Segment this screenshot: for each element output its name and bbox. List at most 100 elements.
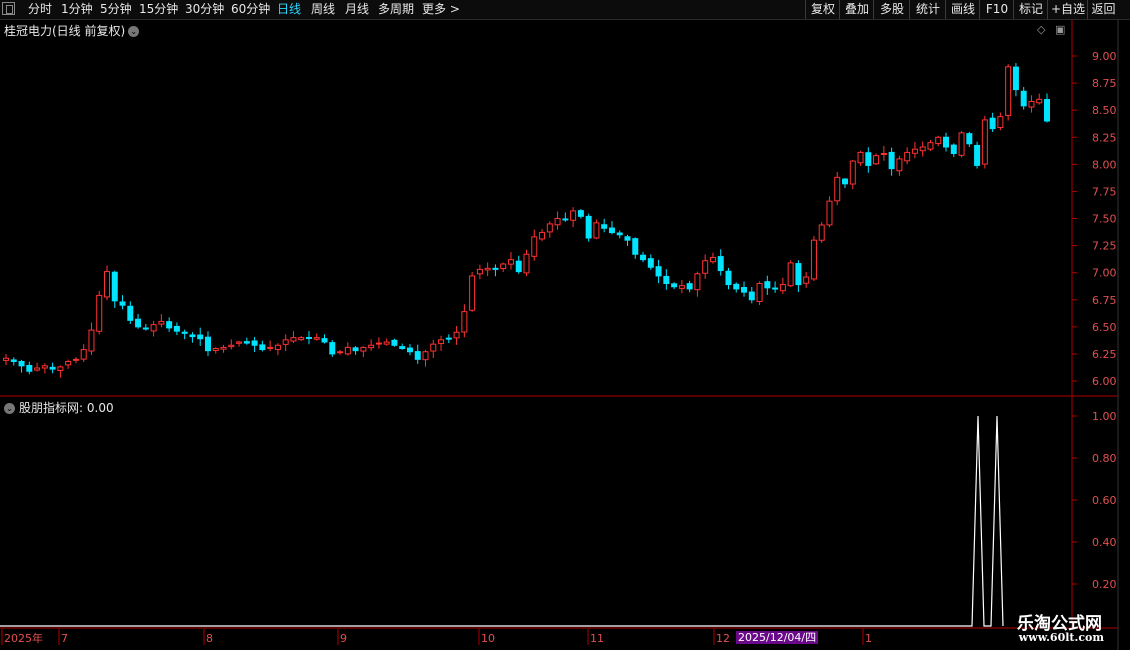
candle-body xyxy=(655,266,662,277)
candle-body xyxy=(911,148,918,154)
x-axis-label: 2025年 xyxy=(4,631,43,645)
candle-body xyxy=(1028,101,1035,108)
candle-body xyxy=(368,344,375,349)
candle xyxy=(748,286,755,304)
candle xyxy=(150,320,157,337)
candle xyxy=(422,349,429,367)
candle-body xyxy=(65,361,72,366)
candle xyxy=(1036,93,1043,105)
candle-body xyxy=(570,210,577,221)
diamond-icon[interactable]: ◇ xyxy=(1037,23,1045,36)
candle-body xyxy=(430,343,437,352)
candle xyxy=(741,281,748,297)
candle-body xyxy=(259,344,266,351)
candle-body xyxy=(103,271,110,298)
candle-body xyxy=(1020,90,1027,107)
candle-body xyxy=(601,224,608,229)
candle xyxy=(18,359,25,373)
candle xyxy=(313,333,320,341)
y-tick-label: 6.25 xyxy=(1092,348,1117,361)
candle-body xyxy=(919,146,926,152)
y-tick-label: 6.50 xyxy=(1092,321,1117,334)
x-axis-label: 12 xyxy=(716,632,730,645)
candle xyxy=(243,337,250,345)
candle-body xyxy=(220,346,227,350)
candle-body xyxy=(857,151,864,164)
candle xyxy=(787,260,794,288)
y-tick-label: 6.75 xyxy=(1092,294,1117,307)
candle xyxy=(647,254,654,270)
cursor-date-tag: 2025/12/04/四 xyxy=(736,631,819,644)
candlestick-series xyxy=(3,63,1050,378)
candle xyxy=(873,153,880,165)
candle xyxy=(880,145,887,161)
candle xyxy=(26,361,33,375)
candle xyxy=(709,252,716,264)
candle-body xyxy=(663,275,670,285)
candle xyxy=(57,365,64,378)
candle-body xyxy=(904,151,911,162)
candle xyxy=(531,229,538,261)
candle-body xyxy=(935,136,942,144)
ind-tick-label: 0.40 xyxy=(1092,536,1117,549)
candle-body xyxy=(616,232,623,236)
candle-body xyxy=(717,256,724,271)
candle xyxy=(663,269,670,290)
candle xyxy=(857,150,864,166)
candle-body xyxy=(989,117,996,130)
window-icon[interactable]: ▣ xyxy=(1055,23,1065,36)
candle xyxy=(438,335,445,351)
candle xyxy=(469,271,476,312)
candle xyxy=(41,363,48,374)
candle xyxy=(865,147,872,173)
candle xyxy=(72,357,79,364)
x-axis-label: 11 xyxy=(590,632,604,645)
candle xyxy=(686,280,693,293)
candle xyxy=(1028,95,1035,113)
chevron-down-icon[interactable]: ⌄ xyxy=(4,403,15,414)
candle-body xyxy=(476,268,483,275)
candle xyxy=(911,141,918,159)
ind-tick-label: 0.20 xyxy=(1092,578,1117,591)
candle xyxy=(282,334,289,352)
candle xyxy=(259,340,266,352)
candle xyxy=(484,262,491,277)
candle-body xyxy=(1005,66,1012,116)
candle xyxy=(1020,86,1027,110)
candle-body xyxy=(958,132,965,156)
candle-body xyxy=(686,283,693,290)
candle xyxy=(337,349,344,355)
candle-body xyxy=(1012,66,1019,91)
candle-body xyxy=(49,366,56,370)
candle xyxy=(515,255,522,274)
candle xyxy=(10,357,17,366)
candle-body xyxy=(484,267,491,271)
candle xyxy=(204,331,211,356)
candle xyxy=(779,277,786,295)
candle xyxy=(236,340,243,347)
candle-body xyxy=(842,178,849,185)
candle-body xyxy=(577,210,584,217)
candle-body xyxy=(88,329,95,352)
candle-body xyxy=(406,347,413,353)
candle-body xyxy=(251,340,258,346)
candle-body xyxy=(492,267,499,270)
candle-body xyxy=(26,364,33,372)
y-tick-label: 7.75 xyxy=(1092,185,1117,198)
candle-body xyxy=(585,215,592,239)
candle xyxy=(640,251,647,263)
chart-canvas[interactable]: 9.00 8.75 8.50 8.25 8.00 7.75 7.50 7.25 7.00 6.75… xyxy=(0,0,1130,650)
candle xyxy=(904,147,911,165)
candle xyxy=(935,135,942,147)
y-tick-label: 9.00 xyxy=(1092,50,1117,63)
candle xyxy=(135,313,142,329)
y-axis-ticks: 9.00 8.75 8.50 8.25 8.00 7.75 7.50 7.25 7.00 6.75… xyxy=(1072,50,1117,591)
candle xyxy=(624,234,631,246)
candle xyxy=(546,221,553,238)
candle-body xyxy=(873,155,880,165)
candle xyxy=(818,221,825,243)
indicator-value: : 0.00 xyxy=(79,401,114,415)
candle-body xyxy=(741,287,748,293)
chevron-down-icon[interactable]: ⌄ xyxy=(128,26,140,37)
candle xyxy=(593,219,600,240)
